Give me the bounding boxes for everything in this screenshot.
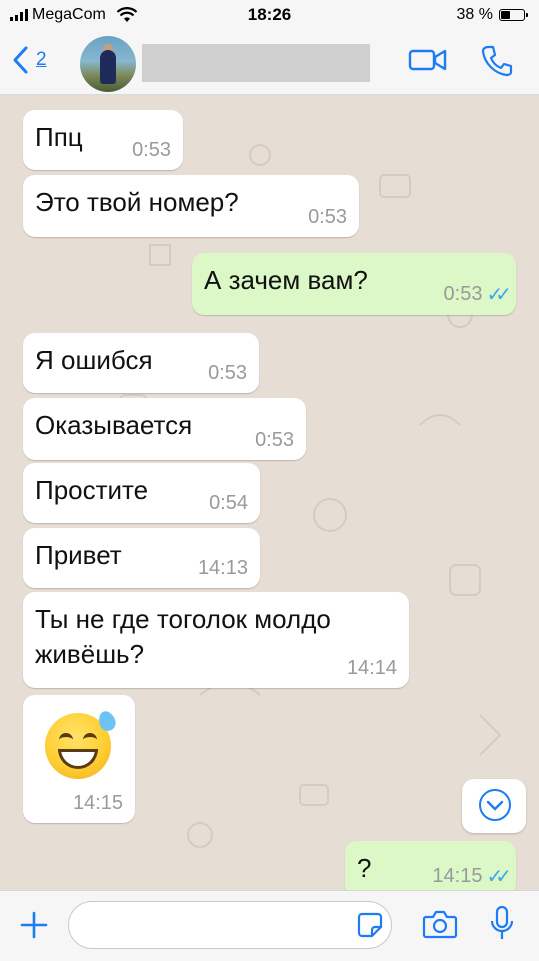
message-time: 0:53 [208, 362, 247, 384]
message-time-status: 0:53 ✓✓ [443, 282, 512, 307]
contact-name-redacted[interactable] [142, 44, 370, 82]
message-bubble-outgoing[interactable]: ? 14:15 ✓✓ [345, 841, 516, 890]
message-time-status: 14:15 ✓✓ [432, 864, 511, 889]
read-receipt-icon: ✓✓ [486, 866, 511, 888]
battery-indicator: 38 % [456, 6, 528, 24]
message-time: 14:13 [197, 557, 248, 579]
message-bubble-incoming[interactable]: Привет 14:13 [23, 528, 260, 588]
message-text: Я ошибся [35, 345, 153, 375]
message-bubble-incoming[interactable]: Это твой номер? 0:53 [23, 175, 359, 237]
message-text: Это твой номер? [35, 187, 239, 217]
message-text: Оказывается [35, 410, 193, 440]
message-text: Простите [35, 475, 149, 505]
message-text: А зачем вам? [204, 265, 368, 295]
message-text: Ппц [35, 122, 83, 152]
message-time: 0:53 [132, 139, 171, 161]
message-bubble-incoming[interactable]: 14:15 [23, 695, 135, 823]
message-time: 0:53 [443, 283, 483, 305]
chat-area[interactable]: Ппц 0:53 Это твой номер? 0:53 А зачем ва… [0, 95, 539, 890]
message-input[interactable] [68, 901, 392, 949]
message-text: Привет [35, 540, 122, 570]
sticker-icon[interactable] [356, 911, 384, 939]
scroll-to-bottom-button[interactable] [462, 779, 526, 833]
microphone-icon[interactable] [488, 905, 516, 943]
message-bubble-incoming[interactable]: Я ошибся 0:53 [23, 333, 259, 393]
plus-icon[interactable] [18, 909, 50, 941]
message-time: 14:14 [346, 657, 397, 679]
phone-icon[interactable] [480, 44, 514, 78]
chevron-left-icon [13, 46, 28, 74]
message-time: 14:15 [72, 792, 123, 814]
video-call-icon[interactable] [408, 44, 448, 74]
message-bubble-incoming[interactable]: Ппц 0:53 [23, 110, 183, 170]
message-bubble-incoming[interactable]: Оказывается 0:53 [23, 398, 306, 460]
message-time: 0:53 [308, 206, 347, 228]
message-time: 14:15 [432, 865, 483, 887]
chat-header: 2 [0, 30, 539, 95]
battery-icon [499, 9, 528, 21]
message-bubble-incoming[interactable]: Простите 0:54 [23, 463, 260, 523]
camera-icon[interactable] [422, 908, 458, 940]
message-time: 0:54 [209, 492, 248, 514]
grinning-face-with-sweat-emoji [45, 708, 118, 779]
battery-percent: 38 % [456, 6, 493, 23]
unread-count: 2 [36, 49, 47, 70]
chevron-down-circle-icon [479, 789, 511, 821]
read-receipt-icon: ✓✓ [486, 284, 511, 306]
message-bubble-outgoing[interactable]: А зачем вам? 0:53 ✓✓ [192, 253, 516, 315]
avatar[interactable] [80, 36, 136, 92]
message-text: Ты не где тоголок молдо живёшь? [35, 604, 331, 669]
message-input-bar [0, 890, 539, 961]
message-time: 0:53 [255, 429, 294, 451]
message-text: ? [357, 853, 372, 883]
back-button[interactable]: 2 [10, 44, 47, 76]
message-bubble-incoming[interactable]: Ты не где тоголок молдо живёшь? 14:14 [23, 592, 409, 688]
status-bar: MegaCom 18:26 38 % [0, 0, 539, 30]
